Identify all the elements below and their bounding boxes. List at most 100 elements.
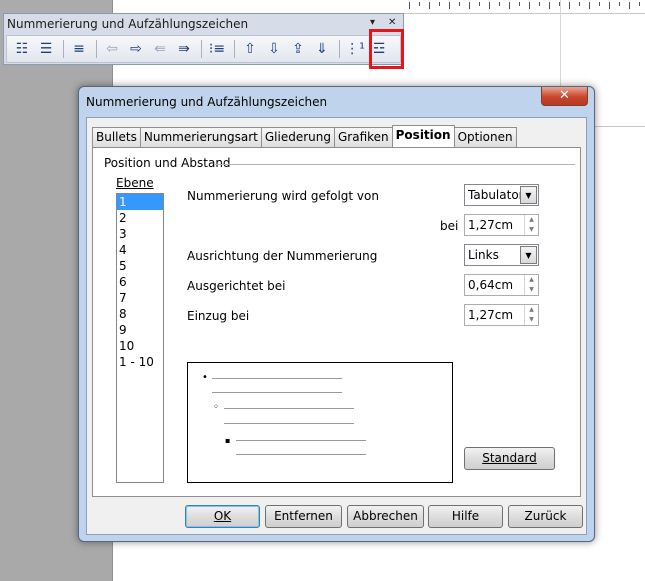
move-down-icon[interactable]: ⇩ <box>263 38 285 60</box>
ruler-tick <box>419 2 420 6</box>
tab-gliederung[interactable]: Gliederung <box>260 127 335 147</box>
ruler-tick <box>429 2 430 9</box>
indent-spinfield[interactable]: 1,27cm ▲ ▼ <box>464 304 539 326</box>
preview-box: • ◦ ▪ <box>187 362 453 483</box>
preview-line <box>224 408 354 409</box>
spin-arrows-icon[interactable]: ▲ ▼ <box>524 305 538 325</box>
alignment-select[interactable]: Links ▼ <box>464 244 539 266</box>
ruler-tick <box>479 2 480 6</box>
ruler-tick <box>569 2 570 9</box>
tab-bar: Bullets Nummerierungsart Gliederung Grafike… <box>92 125 517 147</box>
section-divider <box>215 164 575 165</box>
chevron-down-icon[interactable]: ▼ <box>520 186 537 204</box>
level-list-item[interactable]: 9 <box>117 322 163 338</box>
level-list-item[interactable]: 5 <box>117 258 163 274</box>
level-list-item[interactable]: 8 <box>117 306 163 322</box>
level-list-item[interactable]: 10 <box>117 338 163 354</box>
restart-numbering-icon[interactable]: ⋮¹ <box>344 38 366 60</box>
spin-arrows-icon[interactable]: ▲ ▼ <box>524 215 538 235</box>
promote-arrow-right-icon[interactable]: ⇨ <box>125 38 147 60</box>
ruler-tick <box>459 2 460 6</box>
ruler-tick <box>519 2 520 6</box>
alignment-label: Ausrichtung der Nummerierung <box>187 249 378 263</box>
tab-optionen[interactable]: Optionen <box>453 127 517 147</box>
remove-button[interactable]: Entfernen <box>265 505 342 528</box>
followed-by-label: Nummerierung wird gefolgt von <box>187 189 379 203</box>
toolbar-buttons-row: ☷ ☰ ≡ ⇦ ⇨ ⇚ ⇛ ⁝≡ ⇧ ⇩ ⇪ ⇓ ⋮¹ ☲ <box>6 35 401 63</box>
toolbar-menu-icon[interactable]: ▾ <box>370 17 375 28</box>
move-down-with-subpoints-icon[interactable]: ⇓ <box>311 38 333 60</box>
help-button[interactable]: Hilfe <box>428 505 503 528</box>
at-label: bei <box>440 219 459 233</box>
level-listbox[interactable]: 1 2 3 4 5 6 7 8 9 10 1 - 10 <box>116 193 164 483</box>
aligned-at-label: Ausgerichtet bei <box>187 279 286 293</box>
tab-nummerierungsart[interactable]: Nummerierungsart <box>139 127 262 147</box>
level-label: Ebene <box>116 176 154 190</box>
bullets-on-off-icon[interactable]: ☷ <box>11 38 33 60</box>
demote-arrow-left-icon[interactable]: ⇦ <box>101 38 123 60</box>
preview-bullet-level-3: ▪ <box>225 436 231 445</box>
ruler-tick <box>609 2 610 9</box>
level-list-item[interactable]: 4 <box>117 242 163 258</box>
preview-line <box>224 423 354 424</box>
level-list-item[interactable]: 1 - 10 <box>117 354 163 370</box>
level-label-text: Ebene <box>116 176 154 190</box>
tab-position[interactable]: Position <box>391 125 455 147</box>
standard-button[interactable]: Standard <box>464 447 555 470</box>
level-list-item[interactable]: 7 <box>117 290 163 306</box>
position-tab-panel: Position und Abstand Ebene 1 2 3 4 5 6 7 8 9 10 1 … <box>92 147 581 497</box>
move-up-with-subpoints-icon[interactable]: ⇪ <box>287 38 309 60</box>
toolbar-separator <box>63 40 64 58</box>
dialog-client-area: Bullets Nummerierungsart Gliederung Grafike… <box>86 117 587 535</box>
toolbar-separator <box>234 40 235 58</box>
level-list-item[interactable]: 6 <box>117 274 163 290</box>
aligned-at-spinfield[interactable]: 0,64cm ▲ ▼ <box>464 274 539 296</box>
help-button-label: Hilfe <box>451 509 480 523</box>
ruler-tick <box>439 2 440 6</box>
back-button-label: Zurück <box>524 509 567 523</box>
ruler-tick <box>579 2 580 6</box>
ruler-tick <box>499 2 500 6</box>
ruler-tick <box>619 2 620 6</box>
move-up-icon[interactable]: ⇧ <box>239 38 261 60</box>
ruler-tick <box>469 2 470 9</box>
toolbar-separator <box>201 40 202 58</box>
tab-grafiken[interactable]: Grafiken <box>333 127 393 147</box>
spin-arrows-icon[interactable]: ▲ ▼ <box>524 275 538 295</box>
numbering-on-off-icon[interactable]: ☰ <box>35 38 57 60</box>
tab-position-value: 1,27cm <box>468 218 514 232</box>
demote-with-subpoints-icon[interactable]: ⇚ <box>149 38 171 60</box>
promote-with-subpoints-icon[interactable]: ⇛ <box>173 38 195 60</box>
aligned-at-value: 0,64cm <box>468 278 514 292</box>
followed-by-select[interactable]: Tabulator ▼ <box>464 184 539 206</box>
ok-button[interactable]: OK <box>185 505 260 528</box>
highlight-annotation-box <box>369 29 404 69</box>
tab-position-spinfield[interactable]: 1,27cm ▲ ▼ <box>464 214 539 236</box>
indent-label: Einzug bei <box>187 309 250 323</box>
toolbar-close-icon[interactable]: ✕ <box>388 17 396 28</box>
dialog-title: Nummerierung und Aufzählungszeichen <box>86 95 328 109</box>
back-button[interactable]: Zurück <box>508 505 583 528</box>
preview-line <box>212 378 342 379</box>
remove-button-label: Entfernen <box>274 509 333 523</box>
insert-unnumbered-entry-icon[interactable]: ⁝≡ <box>206 38 228 60</box>
horizontal-ruler[interactable] <box>403 0 645 14</box>
level-list-item[interactable]: 1 <box>117 194 163 210</box>
ok-button-label: OK <box>213 509 232 523</box>
cancel-button[interactable]: Abbrechen <box>347 505 424 528</box>
standard-button-label: Standard <box>482 451 537 465</box>
level-list-item[interactable]: 2 <box>117 210 163 226</box>
no-list-icon[interactable]: ≡ <box>68 38 90 60</box>
tab-bullets[interactable]: Bullets <box>92 127 141 147</box>
chevron-down-icon[interactable]: ▼ <box>520 246 537 264</box>
level-list-item[interactable]: 3 <box>117 226 163 242</box>
bullets-numbering-toolbar[interactable]: Nummerierung und Aufzählungszeichen ▾ ✕ … <box>3 13 404 65</box>
followed-by-value: Tabulator <box>468 188 524 202</box>
ruler-tick <box>549 2 550 9</box>
ruler-tick <box>599 2 600 6</box>
dialog-close-button[interactable]: ✕ <box>541 87 588 106</box>
bullets-numbering-dialog: Nummerierung und Aufzählungszeichen ✕ Bu… <box>78 86 595 542</box>
ruler-tick <box>409 2 410 9</box>
cancel-button-label: Abbrechen <box>353 509 418 523</box>
ruler-tick <box>489 2 490 9</box>
